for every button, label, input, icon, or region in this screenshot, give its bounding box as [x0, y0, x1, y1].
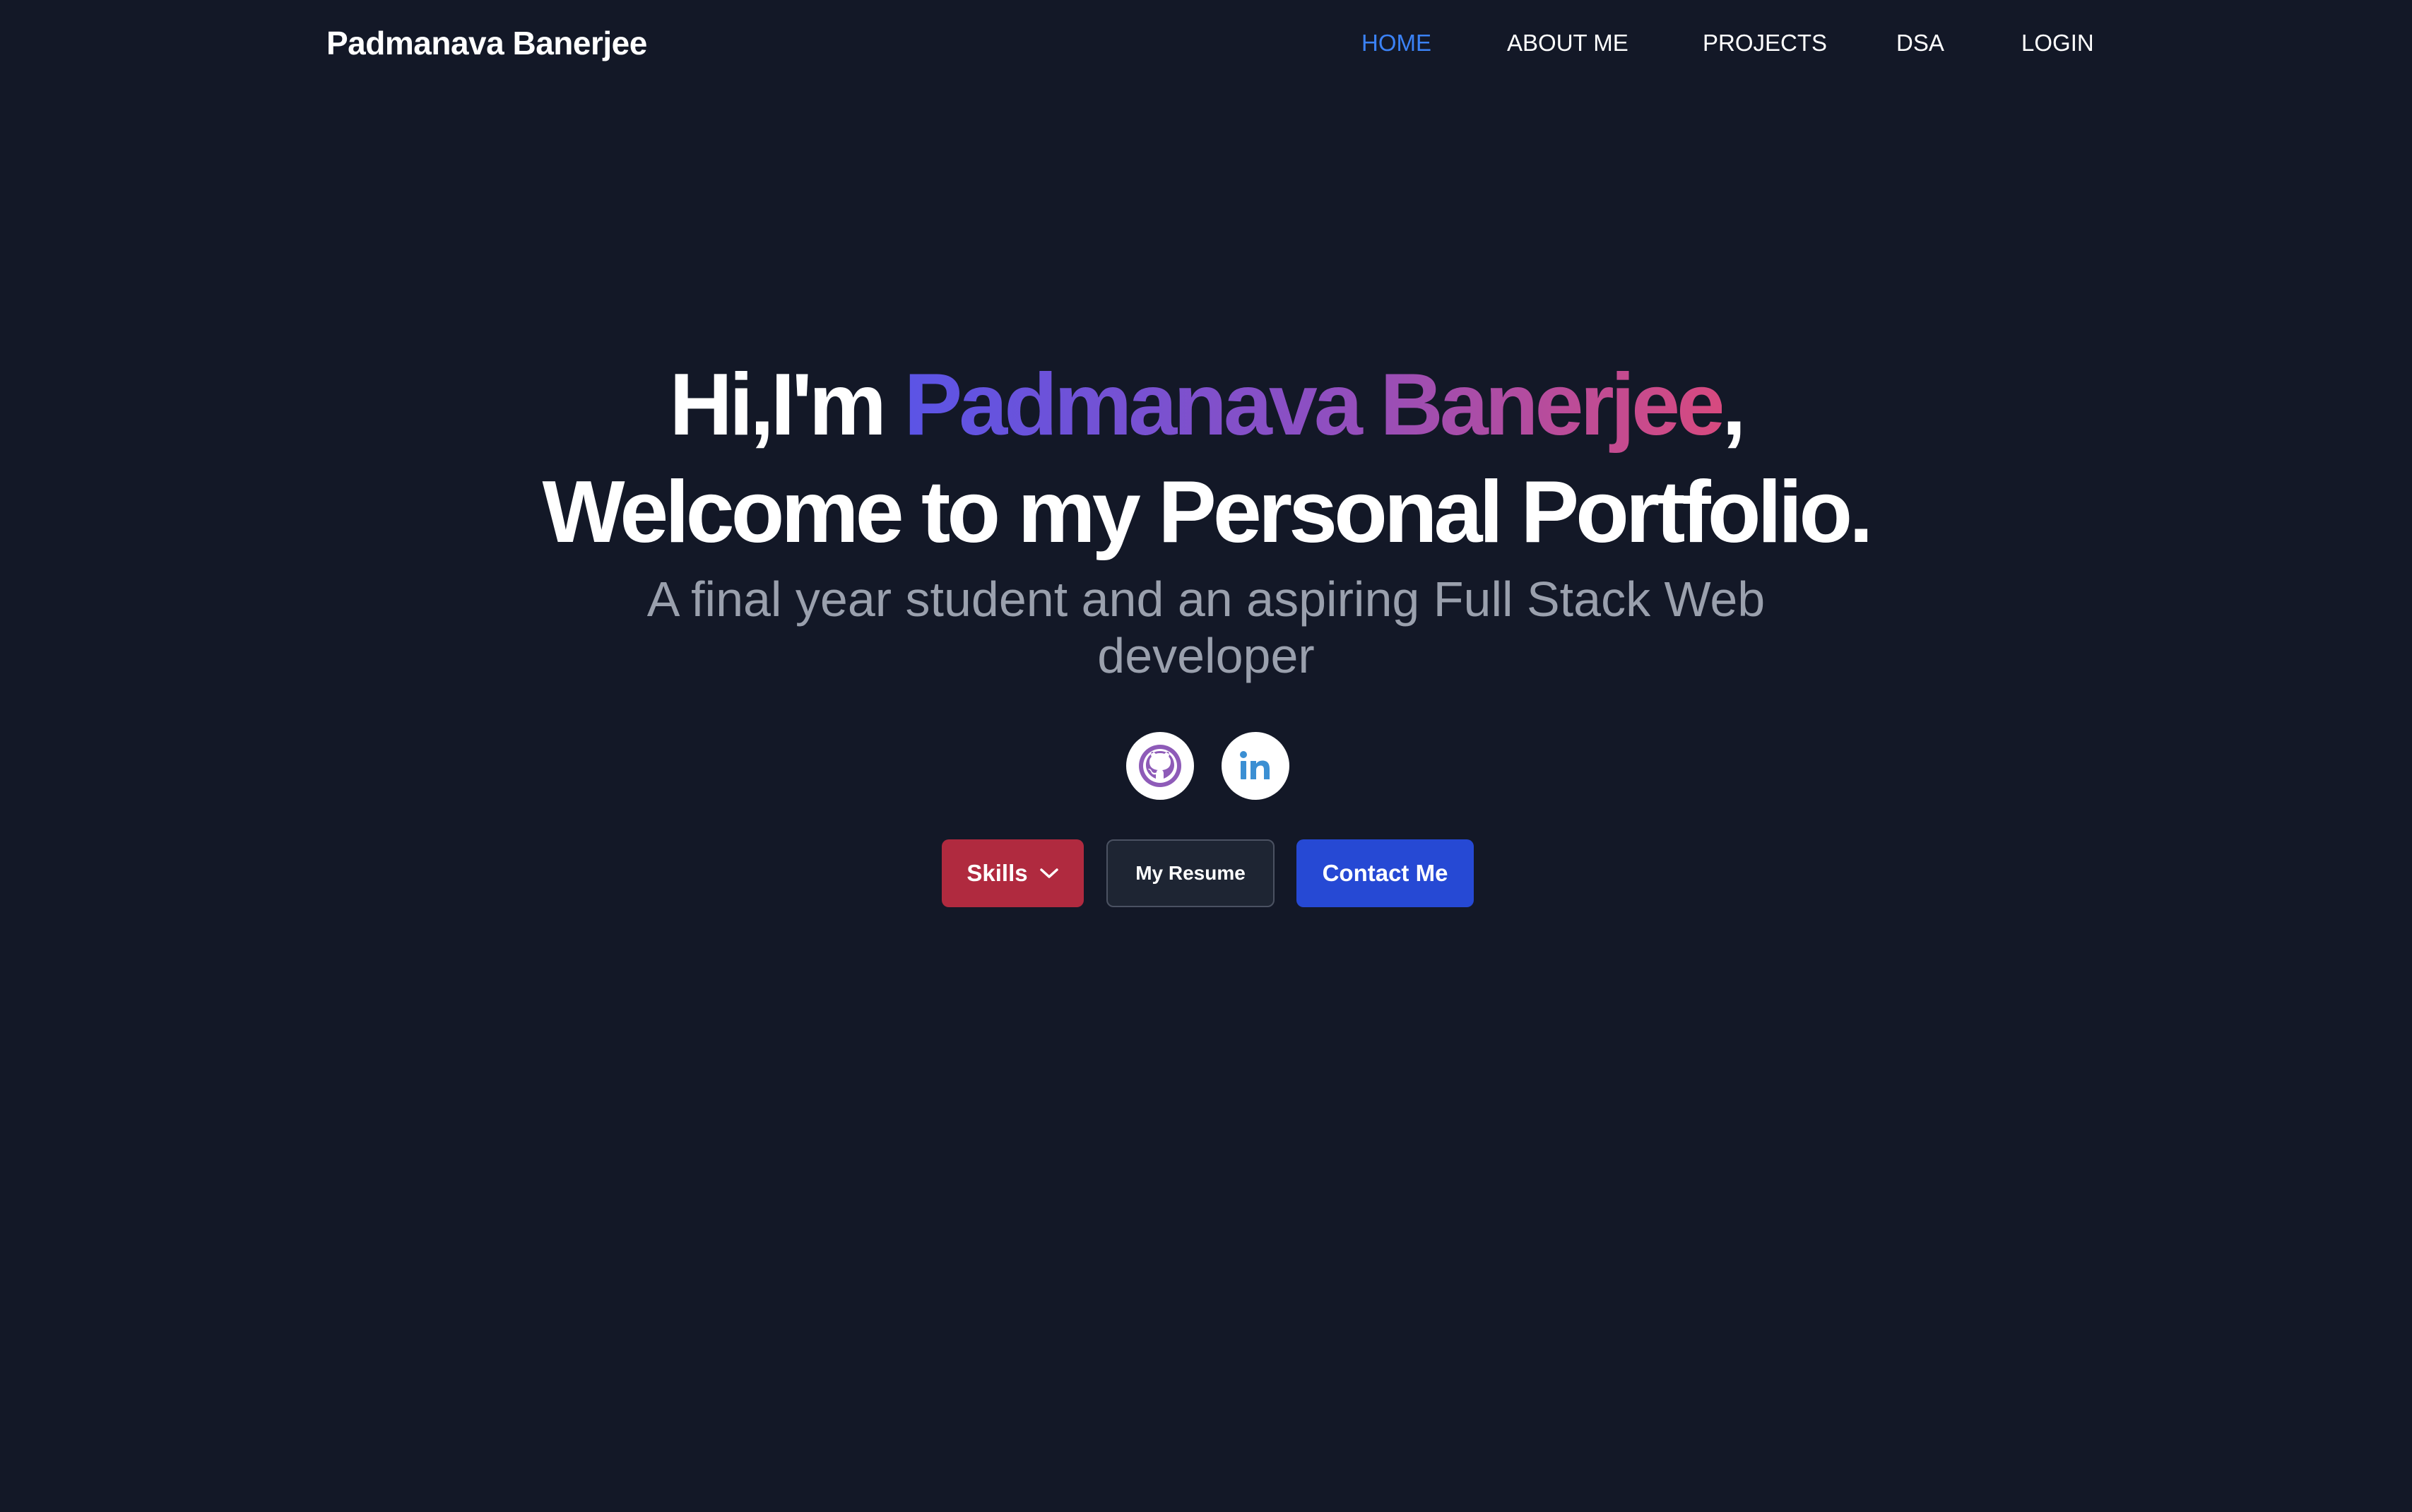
- linkedin-link[interactable]: [1222, 732, 1289, 800]
- greeting-suffix: ,: [1722, 356, 1746, 454]
- nav-link-about-me[interactable]: ABOUT ME: [1507, 27, 1628, 59]
- skills-dropdown-button[interactable]: Skills: [942, 839, 1084, 907]
- brand-logo-text[interactable]: Padmanava Banerjee: [326, 21, 647, 65]
- github-icon: [1139, 745, 1181, 787]
- github-link[interactable]: [1126, 732, 1194, 800]
- greeting-prefix: Hi,I'm: [669, 356, 904, 454]
- nav-link-dsa[interactable]: DSA: [1896, 27, 1944, 59]
- chevron-down-icon: [1039, 867, 1059, 880]
- hero-greeting: Hi,I'm Padmanava Banerjee,: [0, 352, 2412, 458]
- resume-button-label: My Resume: [1135, 862, 1246, 884]
- hero-welcome: Welcome to my Personal Portfolio.: [542, 463, 1873, 561]
- resume-button[interactable]: My Resume: [1106, 839, 1275, 907]
- hero-tagline: A final year student and an aspiring Ful…: [646, 572, 1766, 683]
- contact-button-label: Contact Me: [1322, 860, 1448, 886]
- skills-button-label: Skills: [966, 860, 1028, 886]
- nav-link-projects[interactable]: PROJECTS: [1703, 27, 1827, 59]
- linkedin-icon: [1240, 751, 1270, 779]
- hero-name: Padmanava Banerjee: [904, 356, 1726, 454]
- nav-link-login[interactable]: LOGIN: [2021, 27, 2094, 59]
- contact-me-button[interactable]: Contact Me: [1296, 839, 1474, 907]
- navbar: Padmanava Banerjee HOME ABOUT ME PROJECT…: [0, 0, 2412, 86]
- nav-link-home[interactable]: HOME: [1361, 27, 1431, 59]
